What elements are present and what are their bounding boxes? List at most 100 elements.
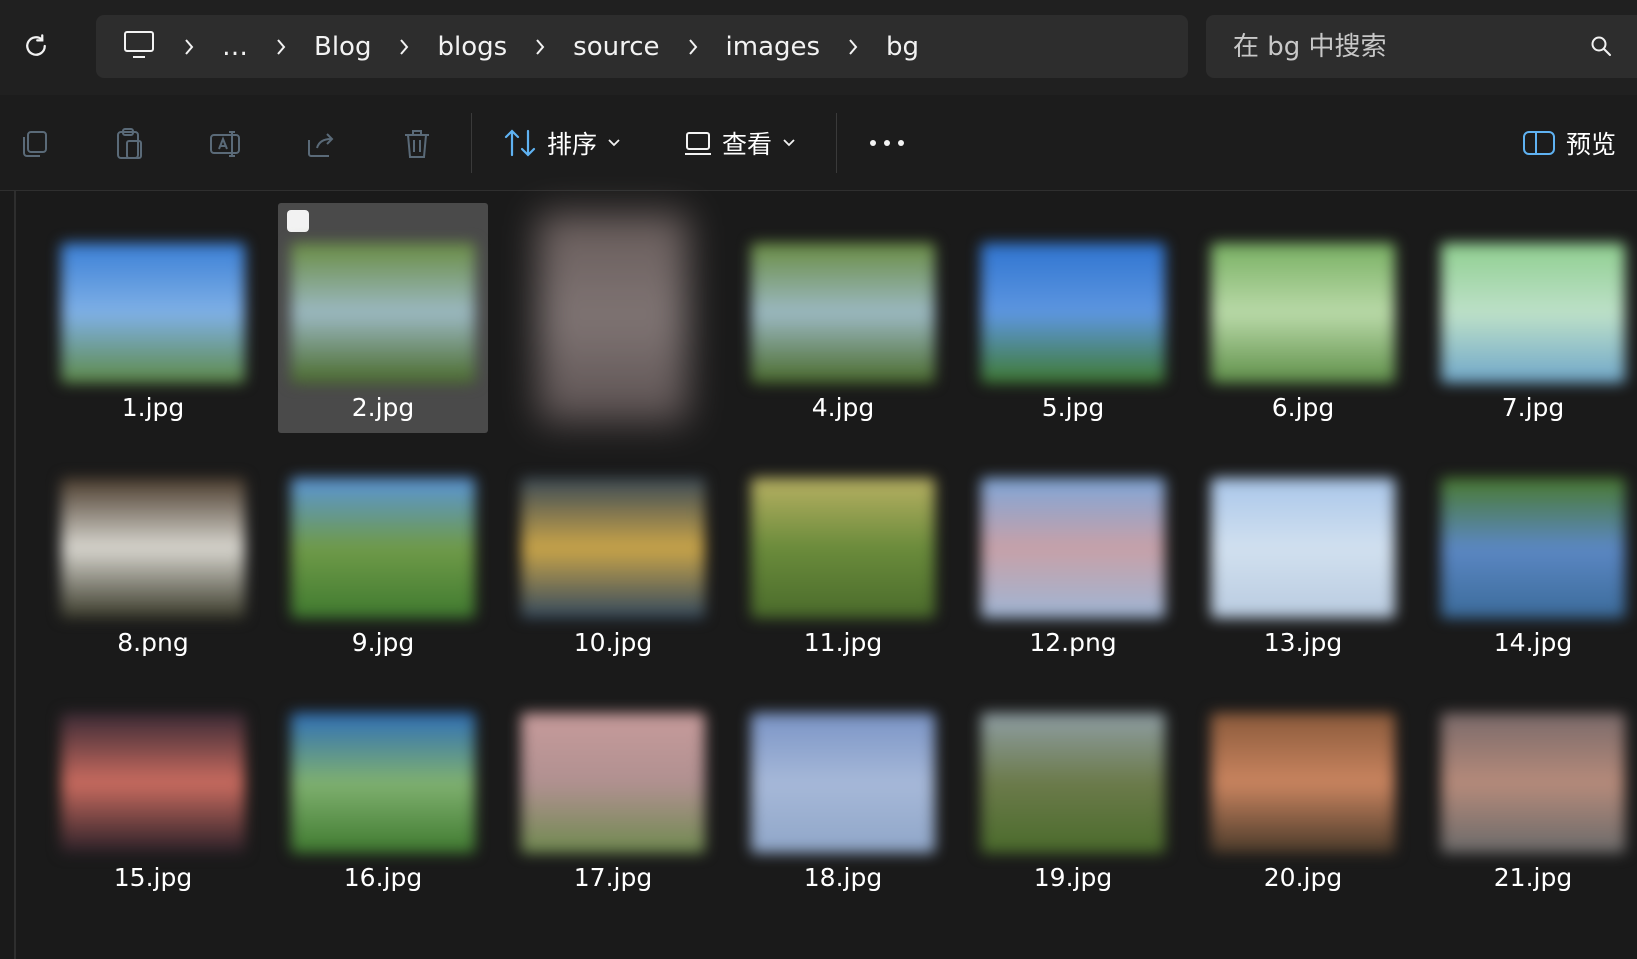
breadcrumb-images[interactable]: images (726, 32, 821, 62)
view-icon (685, 132, 711, 155)
file-name: 19.jpg (1033, 863, 1113, 892)
preview-pane-icon (1523, 131, 1555, 155)
file-name: 9.jpg (351, 628, 415, 657)
toolbar-divider (836, 113, 837, 173)
breadcrumb-overflow[interactable]: … (222, 32, 248, 62)
paste-button[interactable] (108, 123, 150, 165)
thumbnail (1441, 713, 1625, 853)
file-name: 17.jpg (573, 863, 653, 892)
thumbnail (1441, 243, 1625, 383)
share-icon (308, 133, 334, 157)
selection-checkbox[interactable] (287, 210, 309, 232)
search-input[interactable] (1233, 15, 1563, 78)
thumbnail (61, 478, 245, 618)
copy-button[interactable] (14, 123, 56, 165)
file-item[interactable]: 6.jpg (1198, 203, 1408, 433)
file-item[interactable]: 12.png (968, 438, 1178, 668)
view-label: 查看 (722, 130, 773, 159)
breadcrumb-separator (533, 37, 547, 57)
computer-icon (124, 30, 154, 58)
chevron-right-icon (400, 38, 409, 55)
thumbnail (751, 713, 935, 853)
file-item[interactable]: 17.jpg (508, 673, 718, 903)
chevron-right-icon (185, 38, 194, 55)
file-grid: 1.jpg 2.jpg 4.jpg 5.jpg 6.jpg 7.jpg 8.pn… (0, 191, 1637, 959)
share-button[interactable] (300, 123, 342, 165)
file-item[interactable]: 15.jpg (48, 673, 258, 903)
file-item[interactable]: 4.jpg (738, 203, 948, 433)
thumbnail (538, 213, 688, 423)
breadcrumb-source[interactable]: source (573, 32, 659, 62)
file-item[interactable]: 10.jpg (508, 438, 718, 668)
thumbnail (1211, 243, 1395, 383)
thumbnail (291, 478, 475, 618)
file-item[interactable]: 13.jpg (1198, 438, 1408, 668)
file-name: 13.jpg (1263, 628, 1343, 657)
file-item[interactable]: 19.jpg (968, 673, 1178, 903)
file-name: 21.jpg (1493, 863, 1573, 892)
this-pc-button[interactable] (122, 29, 156, 65)
chevron-right-icon (277, 38, 286, 55)
thumbnail (751, 478, 935, 618)
file-item[interactable]: 21.jpg (1428, 673, 1637, 903)
file-item[interactable]: 16.jpg (278, 673, 488, 903)
file-name: 1.jpg (121, 393, 185, 422)
file-name: 4.jpg (811, 393, 875, 422)
delete-button[interactable] (396, 123, 438, 165)
file-name: 14.jpg (1493, 628, 1573, 657)
preview-label: 预览 (1566, 130, 1617, 159)
thumbnail (61, 713, 245, 853)
file-name: 2.jpg (351, 393, 415, 422)
file-item[interactable]: 5.jpg (968, 203, 1178, 433)
file-name: 20.jpg (1263, 863, 1343, 892)
copy-icon (23, 131, 47, 157)
refresh-icon (26, 34, 46, 56)
file-name: 5.jpg (1041, 393, 1105, 422)
thumbnail (981, 713, 1165, 853)
breadcrumb-bg[interactable]: bg (886, 32, 919, 62)
chevron-down-icon (608, 139, 620, 147)
more-options-button[interactable] (862, 125, 912, 161)
file-name: 16.jpg (343, 863, 423, 892)
breadcrumb-blogs[interactable]: blogs (437, 32, 507, 62)
preview-pane-button[interactable]: 预览 (1522, 117, 1616, 169)
thumbnail (981, 243, 1165, 383)
rename-button[interactable] (204, 123, 246, 165)
sort-icon (504, 129, 536, 157)
toolbar-divider (471, 113, 472, 173)
file-item[interactable]: 8.png (48, 438, 258, 668)
more-icon (870, 140, 904, 146)
file-item[interactable]: 2.jpg (278, 203, 488, 433)
breadcrumb-blog[interactable]: Blog (314, 32, 371, 62)
chevron-right-icon (849, 38, 858, 55)
search-icon[interactable] (1589, 34, 1613, 58)
search-box[interactable] (1206, 15, 1637, 78)
thumbnail (291, 243, 475, 383)
paste-icon (117, 128, 142, 159)
file-item[interactable]: 20.jpg (1198, 673, 1408, 903)
sort-label: 排序 (547, 130, 598, 159)
file-item[interactable]: 9.jpg (278, 438, 488, 668)
breadcrumb-separator (274, 37, 288, 57)
file-item[interactable]: 1.jpg (48, 203, 258, 433)
file-item[interactable]: 18.jpg (738, 673, 948, 903)
address-bar[interactable]: … Blog blogs source images bg (96, 15, 1188, 78)
trash-icon (405, 130, 429, 158)
thumbnail (751, 243, 935, 383)
file-item[interactable]: 11.jpg (738, 438, 948, 668)
breadcrumb-separator (846, 37, 860, 57)
file-name: 12.png (1029, 628, 1117, 657)
breadcrumb-separator (397, 37, 411, 57)
rename-icon (210, 131, 240, 157)
refresh-button[interactable] (18, 28, 54, 64)
file-item[interactable]: 7.jpg (1428, 203, 1637, 433)
file-name: 6.jpg (1271, 393, 1335, 422)
sort-menu-button[interactable]: 排序 (503, 117, 621, 169)
file-item[interactable]: 14.jpg (1428, 438, 1637, 668)
file-item[interactable] (508, 203, 718, 433)
chevron-right-icon (536, 38, 545, 55)
breadcrumb-separator (182, 37, 196, 57)
thumbnail (1441, 478, 1625, 618)
view-menu-button[interactable]: 查看 (684, 117, 796, 169)
thumbnail (291, 713, 475, 853)
